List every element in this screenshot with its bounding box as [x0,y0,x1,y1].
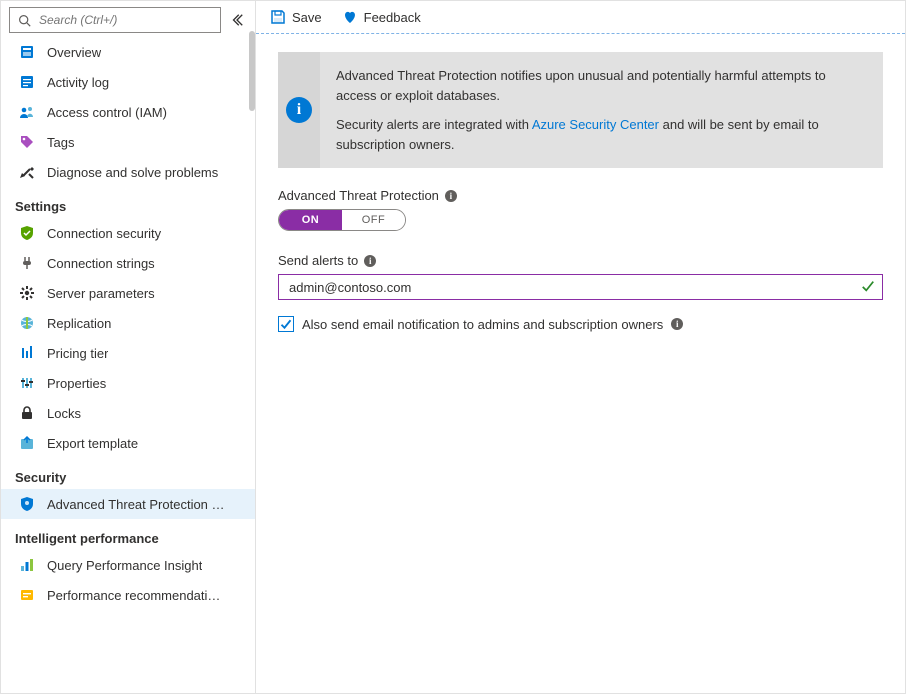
sidebar-item-props[interactable]: Properties [1,368,255,398]
sidebar-item-tier[interactable]: Pricing tier [1,338,255,368]
collapse-sidebar-button[interactable] [227,10,247,30]
sidebar-item-label: Tags [47,135,74,150]
sidebar-item-label: Query Performance Insight [47,558,202,573]
atp-toggle[interactable]: ON OFF [278,209,406,231]
sidebar-item-repl[interactable]: Replication [1,308,255,338]
search-box[interactable] [9,7,221,33]
section-header: Intelligent performance [1,519,255,550]
sidebar-item-overview[interactable]: Overview [1,37,255,67]
info-text: Advanced Threat Protection notifies upon… [320,52,883,168]
sidebar-item-label: Properties [47,376,106,391]
sidebar-item-iam[interactable]: Access control (IAM) [1,97,255,127]
shield-green-icon [19,225,35,241]
search-input[interactable] [37,12,212,28]
lock-icon [19,405,35,421]
sidebar-item-params[interactable]: Server parameters [1,278,255,308]
sidebar-item-activity[interactable]: Activity log [1,67,255,97]
sidebar-item-label: Overview [47,45,101,60]
recommend-icon [19,587,35,603]
toggle-on[interactable]: ON [279,210,342,230]
sidebar-item-perfrec[interactable]: Performance recommendati… [1,580,255,610]
atp-label: Advanced Threat Protection i [278,188,883,203]
sidebar-nav[interactable]: Overview Activity log Access control (IAM)… [1,37,255,693]
sidebar-item-export[interactable]: Export template [1,428,255,458]
sidebar-item-label: Performance recommendati… [47,588,220,603]
gear-icon [19,285,35,301]
banner-line2: Security alerts are integrated with Azur… [336,115,867,154]
chart-icon [19,557,35,573]
sidebar-item-qpi[interactable]: Query Performance Insight [1,550,255,580]
globe-icon [19,315,35,331]
also-send-checkbox[interactable] [278,316,294,332]
sidebar-item-label: Activity log [47,75,109,90]
sidebar-item-label: Connection security [47,226,161,241]
send-alerts-label: Send alerts to i [278,253,883,268]
tags-icon [19,134,35,150]
export-icon [19,435,35,451]
sidebar-item-connstr[interactable]: Connection strings [1,248,255,278]
save-icon [270,9,286,25]
toggle-off[interactable]: OFF [342,210,405,230]
info-banner: i Advanced Threat Protection notifies up… [278,52,883,168]
sidebar-item-locks[interactable]: Locks [1,398,255,428]
save-label: Save [292,10,322,25]
sidebar-item-label: Connection strings [47,256,155,271]
sidebar: Overview Activity log Access control (IAM)… [1,1,256,693]
save-button[interactable]: Save [270,9,322,25]
info-dot-icon[interactable]: i [445,190,457,202]
info-dot-icon[interactable]: i [364,255,376,267]
properties-icon [19,375,35,391]
send-alerts-input[interactable] [278,274,883,300]
valid-check-icon [861,279,875,293]
iam-icon [19,104,35,120]
security-center-link[interactable]: Azure Security Center [532,117,659,132]
section-header: Settings [1,187,255,218]
diagnose-icon [19,164,35,180]
sidebar-item-label: Advanced Threat Protection … [47,497,225,512]
banner-line1: Advanced Threat Protection notifies upon… [336,66,867,105]
sidebar-item-label: Access control (IAM) [47,105,167,120]
content: i Advanced Threat Protection notifies up… [256,34,905,693]
also-send-row: Also send email notification to admins a… [278,316,883,332]
info-icon: i [286,97,312,123]
search-row [1,1,255,37]
sidebar-item-label: Server parameters [47,286,155,301]
main-pane: Save Feedback i Advanced Threat Protecti… [256,1,905,693]
sidebar-item-tags[interactable]: Tags [1,127,255,157]
sidebar-item-label: Replication [47,316,111,331]
heart-icon [342,9,358,25]
sidebar-item-label: Pricing tier [47,346,108,361]
plug-icon [19,255,35,271]
feedback-button[interactable]: Feedback [342,9,421,25]
shield-blue-icon [19,496,35,512]
also-send-label: Also send email notification to admins a… [302,317,663,332]
info-dot-icon[interactable]: i [671,318,683,330]
sidebar-item-atp[interactable]: Advanced Threat Protection … [1,489,255,519]
send-alerts-row [278,274,883,300]
sidebar-item-label: Diagnose and solve problems [47,165,218,180]
pricing-icon [19,345,35,361]
activity-icon [19,74,35,90]
sidebar-item-label: Locks [47,406,81,421]
sidebar-item-label: Export template [47,436,138,451]
search-icon [18,14,31,27]
info-icon-cell: i [278,52,320,168]
toolbar: Save Feedback [256,1,905,34]
section-header: Security [1,458,255,489]
app-frame: Overview Activity log Access control (IAM)… [0,0,906,694]
sidebar-item-diagnose[interactable]: Diagnose and solve problems [1,157,255,187]
sidebar-item-connsec[interactable]: Connection security [1,218,255,248]
feedback-label: Feedback [364,10,421,25]
overview-icon [19,44,35,60]
